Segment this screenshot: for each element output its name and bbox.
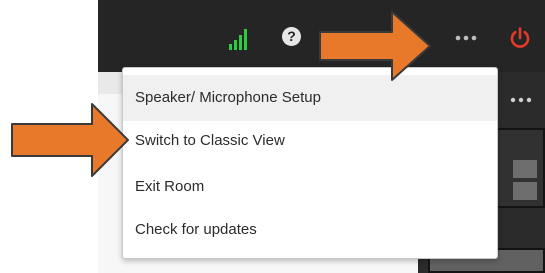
menu-item-check-for-updates[interactable]: Check for updates	[123, 207, 497, 253]
pod-more-options-icon[interactable]	[508, 96, 534, 104]
more-options-icon[interactable]	[452, 33, 480, 43]
power-icon[interactable]	[508, 26, 532, 50]
options-dropdown-menu: Speaker/ Microphone Setup Switch to Clas…	[122, 67, 498, 259]
help-glyph: ?	[287, 28, 296, 44]
menu-item-switch-to-classic-view[interactable]: Switch to Classic View	[123, 118, 497, 164]
signal-strength-icon[interactable]	[229, 29, 249, 50]
menu-item-exit-room[interactable]: Exit Room	[123, 164, 497, 210]
pod-tile	[513, 160, 537, 178]
pod-tile	[513, 182, 537, 200]
annotation-arrow-right-top	[319, 11, 431, 81]
menu-item-speaker-microphone-setup[interactable]: Speaker/ Microphone Setup	[123, 75, 497, 121]
annotation-arrow-right-left	[11, 103, 129, 177]
help-icon[interactable]: ?	[282, 27, 301, 46]
